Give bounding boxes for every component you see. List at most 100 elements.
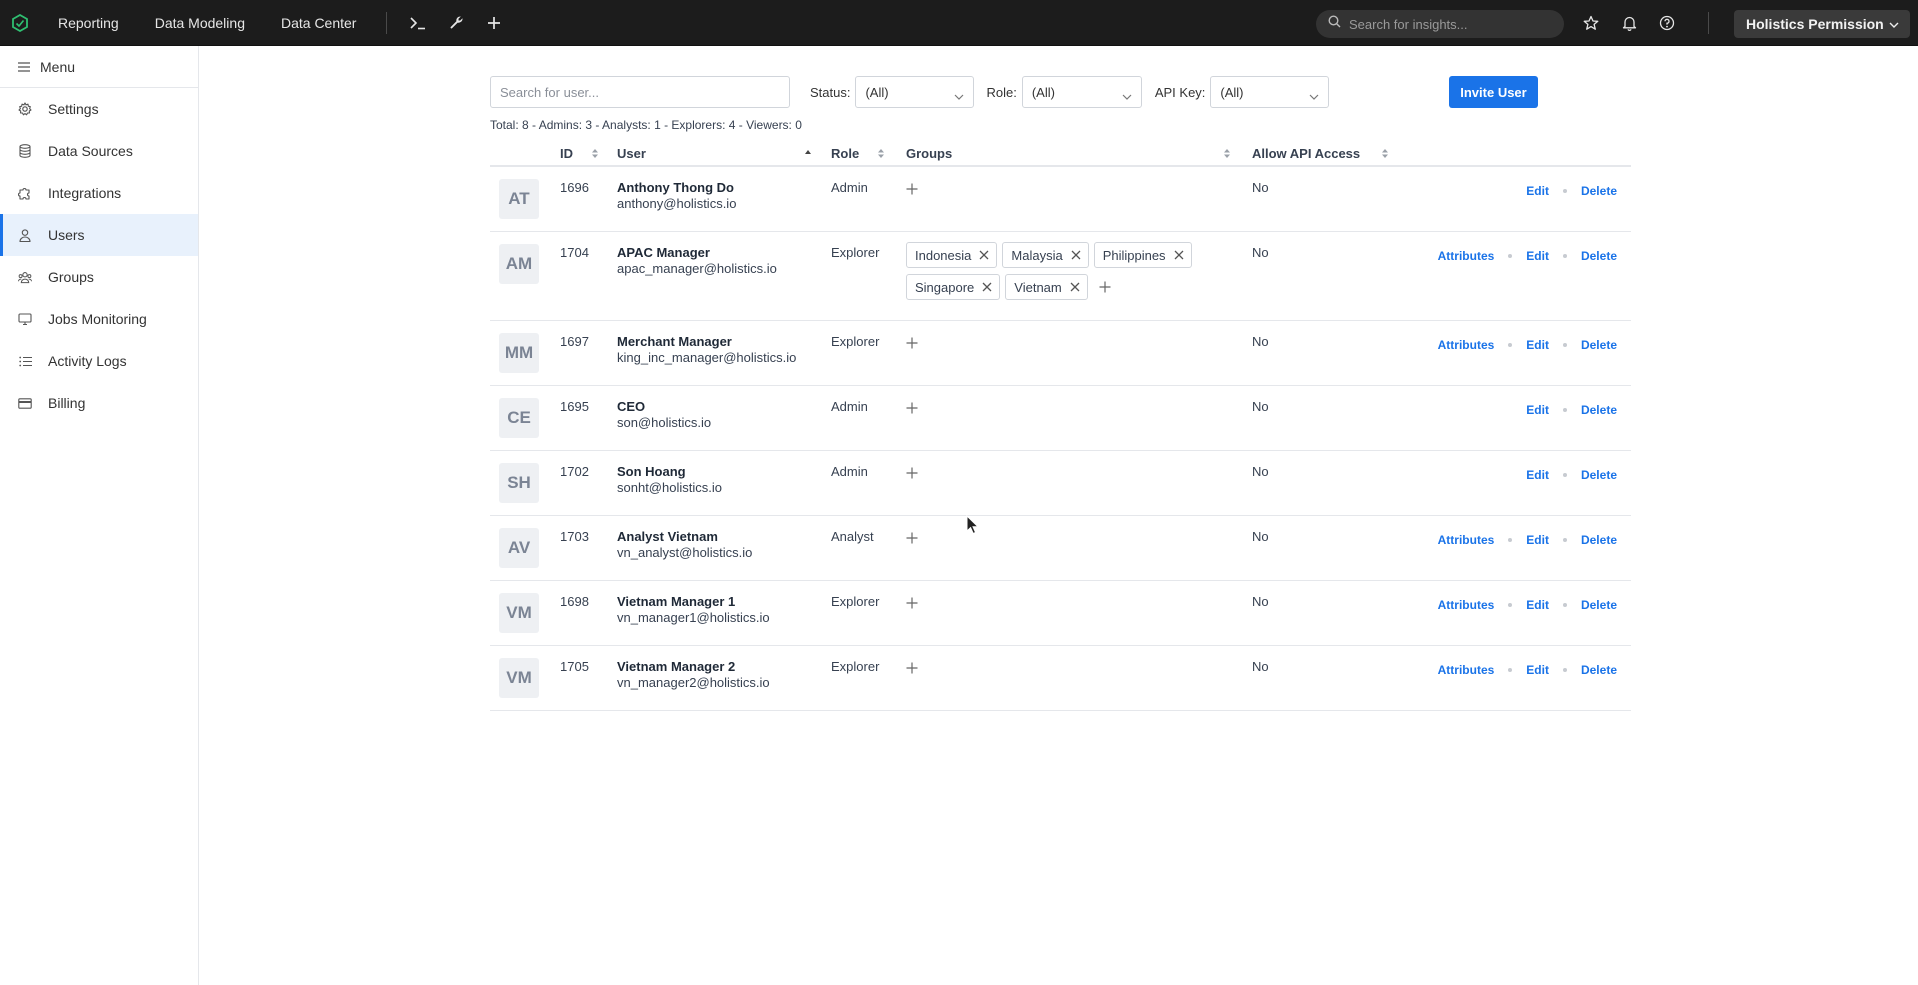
sidebar-item-label: Integrations	[48, 185, 122, 201]
column-header-id[interactable]: ID	[560, 146, 573, 161]
user-id: 1704	[560, 245, 589, 260]
add-group-icon[interactable]	[1099, 281, 1111, 296]
close-icon[interactable]	[979, 250, 989, 260]
edit-link[interactable]: Edit	[1526, 184, 1549, 198]
close-icon[interactable]	[1070, 282, 1080, 292]
sort-icon[interactable]	[1381, 147, 1389, 162]
delete-link[interactable]: Delete	[1581, 468, 1617, 482]
role-filter-select[interactable]: (All)	[1021, 76, 1142, 108]
user-info: CEO son@holistics.io	[617, 399, 711, 430]
sort-icon[interactable]	[877, 147, 885, 162]
sidebar-item-data-sources[interactable]: Data Sources	[0, 130, 198, 172]
edit-link[interactable]: Edit	[1526, 663, 1549, 677]
delete-link[interactable]: Delete	[1581, 598, 1617, 612]
monitor-icon	[18, 312, 32, 326]
delete-link[interactable]: Delete	[1581, 338, 1617, 352]
user-id: 1703	[560, 529, 589, 544]
sidebar-item-groups[interactable]: Groups	[0, 256, 198, 298]
avatar: VM	[499, 658, 539, 698]
add-group-icon[interactable]	[906, 466, 922, 482]
edit-link[interactable]: Edit	[1526, 533, 1549, 547]
invite-user-button[interactable]: Invite User	[1449, 76, 1538, 108]
bell-icon[interactable]	[1610, 0, 1648, 46]
api-access-value: No	[1252, 659, 1269, 674]
separator-dot	[1562, 603, 1567, 607]
sidebar-item-billing[interactable]: Billing	[0, 382, 198, 424]
sidebar-menu-toggle[interactable]: Menu	[0, 46, 198, 88]
help-icon[interactable]	[1648, 0, 1686, 46]
api-access-value: No	[1252, 180, 1269, 195]
edit-link[interactable]: Edit	[1526, 598, 1549, 612]
sidebar-item-users[interactable]: Users	[0, 214, 198, 256]
column-header-role[interactable]: Role	[831, 146, 859, 161]
add-group-icon[interactable]	[906, 661, 922, 677]
global-search-input[interactable]	[1349, 16, 1549, 32]
delete-link[interactable]: Delete	[1581, 403, 1617, 417]
api-key-filter-select[interactable]: (All)	[1210, 76, 1330, 108]
wrench-icon[interactable]	[437, 0, 475, 46]
add-group-icon[interactable]	[906, 336, 922, 352]
global-search[interactable]	[1316, 10, 1564, 38]
terminal-icon[interactable]	[399, 0, 437, 46]
user-role: Explorer	[831, 334, 880, 349]
sidebar-item-settings[interactable]: Settings	[0, 88, 198, 130]
chevron-down-icon	[1888, 18, 1900, 34]
attributes-link[interactable]: Attributes	[1438, 663, 1495, 677]
sidebar-item-activity-logs[interactable]: Activity Logs	[0, 340, 198, 382]
user-id: 1698	[560, 594, 589, 609]
edit-link[interactable]: Edit	[1526, 249, 1549, 263]
close-icon[interactable]	[982, 282, 992, 292]
user-id: 1695	[560, 399, 589, 414]
delete-link[interactable]: Delete	[1581, 249, 1617, 263]
nav-reporting[interactable]: Reporting	[40, 0, 137, 46]
delete-link[interactable]: Delete	[1581, 533, 1617, 547]
role-filter-value: (All)	[1031, 84, 1055, 100]
row-actions: Attributes Edit Delete	[1438, 533, 1617, 547]
nav-data-modeling[interactable]: Data Modeling	[137, 0, 263, 46]
group-chips: Indonesia Malaysia Philippines Singapore Vie…	[906, 242, 1206, 306]
user-email: apac_manager@holistics.io	[617, 261, 777, 276]
star-icon[interactable]	[1572, 0, 1610, 46]
api-access-value: No	[1252, 464, 1269, 479]
sidebar-item-jobs-monitoring[interactable]: Jobs Monitoring	[0, 298, 198, 340]
attributes-link[interactable]: Attributes	[1438, 249, 1495, 263]
user-email: vn_manager1@holistics.io	[617, 610, 770, 625]
edit-link[interactable]: Edit	[1526, 403, 1549, 417]
users-table: ID User Role Groups Allow API Access AT …	[490, 143, 1631, 711]
plus-icon[interactable]	[475, 0, 513, 46]
sidebar-item-label: Jobs Monitoring	[48, 311, 147, 327]
nav-data-center[interactable]: Data Center	[263, 0, 374, 46]
edit-link[interactable]: Edit	[1526, 468, 1549, 482]
sort-ascending-icon[interactable]	[804, 147, 812, 162]
row-actions: Attributes Edit Delete	[1438, 598, 1617, 612]
menu-label: Menu	[40, 58, 76, 75]
user-search-input[interactable]	[490, 76, 790, 108]
column-header-user[interactable]: User	[617, 146, 646, 161]
add-group-icon[interactable]	[906, 531, 922, 547]
sidebar-item-integrations[interactable]: Integrations	[0, 172, 198, 214]
add-group-icon[interactable]	[906, 596, 922, 612]
column-header-groups[interactable]: Groups	[906, 146, 952, 161]
mouse-cursor-icon	[966, 514, 980, 540]
column-header-api-access[interactable]: Allow API Access	[1252, 146, 1360, 161]
sort-icon[interactable]	[1223, 147, 1231, 162]
holistics-logo-icon[interactable]	[0, 0, 40, 46]
attributes-link[interactable]: Attributes	[1438, 598, 1495, 612]
status-filter-select[interactable]: (All)	[855, 76, 975, 108]
delete-link[interactable]: Delete	[1581, 663, 1617, 677]
sidebar-item-label: Billing	[48, 395, 86, 411]
user-id: 1702	[560, 464, 589, 479]
group-chip: Indonesia	[906, 242, 998, 268]
sort-icon[interactable]	[591, 147, 599, 162]
attributes-link[interactable]: Attributes	[1438, 533, 1495, 547]
close-icon[interactable]	[1071, 250, 1081, 260]
close-icon[interactable]	[1174, 250, 1184, 260]
add-group-icon[interactable]	[906, 182, 922, 198]
delete-link[interactable]: Delete	[1581, 184, 1617, 198]
attributes-link[interactable]: Attributes	[1438, 338, 1495, 352]
chevron-down-icon	[1309, 89, 1319, 104]
status-filter-value: (All)	[865, 84, 889, 100]
add-group-icon[interactable]	[906, 401, 922, 417]
workspace-switcher[interactable]: Holistics Permission	[1734, 10, 1910, 38]
edit-link[interactable]: Edit	[1526, 338, 1549, 352]
